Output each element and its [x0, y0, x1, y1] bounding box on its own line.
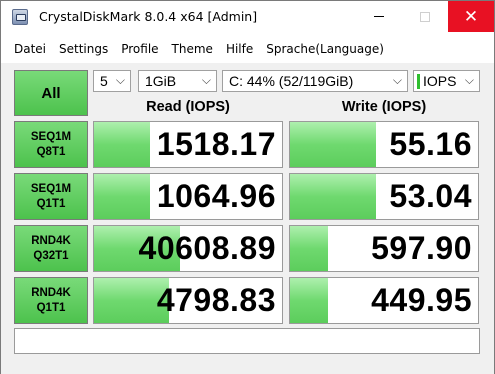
chevron-down-icon: ⌵ [392, 73, 402, 87]
read-column-header: Read (IOPS) [146, 99, 230, 115]
write-level-bar [290, 226, 328, 271]
menu-datei[interactable]: Datei [1, 38, 46, 60]
write-result-cell: 449.95 [289, 277, 479, 324]
app-window: CrystalDiskMark 8.0.4 x64 [Admin] ✕ Date… [0, 0, 495, 374]
unit-select[interactable]: IOPS ⌵ [413, 70, 480, 92]
read-level-bar [94, 122, 151, 167]
read-result-cell: 1064.96 [93, 173, 283, 220]
drive-select[interactable]: C: 44% (52/119GiB) ⌵ [222, 70, 408, 92]
write-level-bar [290, 174, 377, 219]
test-name: RND4K [31, 286, 71, 299]
close-icon: ✕ [463, 6, 479, 27]
chevron-down-icon: ⌵ [201, 73, 211, 87]
read-level-bar [94, 174, 151, 219]
read-result-cell: 1518.17 [93, 121, 283, 168]
test-size-select[interactable]: 1GiB ⌵ [138, 70, 217, 92]
write-level-bar [290, 278, 328, 323]
chevron-down-icon: ⌵ [464, 73, 474, 87]
menu-profile[interactable]: Profile [108, 38, 158, 60]
write-value: 55.16 [389, 126, 472, 162]
test-params: Q8T1 [36, 145, 66, 158]
test-name: SEQ1M [30, 130, 72, 143]
test-name: SEQ1M [30, 182, 72, 195]
write-value: 597.90 [371, 230, 472, 266]
menu-theme[interactable]: Theme [159, 38, 213, 60]
write-value: 449.95 [371, 282, 472, 318]
run-all-button[interactable]: All [14, 70, 88, 116]
test-seq1m-q8t1-button[interactable]: SEQ1M Q8T1 [14, 121, 88, 168]
write-result-cell: 55.16 [289, 121, 479, 168]
test-size-value: 1GiB [145, 73, 177, 89]
menu-language[interactable]: Sprache(Language) [253, 38, 384, 60]
test-count-value: 5 [100, 73, 108, 89]
menu-settings[interactable]: Settings [46, 38, 108, 60]
read-result-cell: 4798.83 [93, 277, 283, 324]
read-result-cell: 40608.89 [93, 225, 283, 272]
write-result-cell: 597.90 [289, 225, 479, 272]
test-name: RND4K [31, 234, 71, 247]
read-value: 4798.83 [156, 282, 276, 318]
test-params: Q1T1 [36, 197, 66, 210]
app-icon [12, 9, 28, 25]
window-title: CrystalDiskMark 8.0.4 x64 [Admin] [39, 9, 258, 24]
unit-indicator-bar [417, 73, 420, 89]
read-value: 40608.89 [138, 230, 276, 266]
drive-value: C: 44% (52/119GiB) [229, 73, 354, 89]
write-column-header: Write (IOPS) [341, 99, 427, 115]
read-value: 1518.17 [156, 126, 276, 162]
test-count-select[interactable]: 5 ⌵ [93, 70, 131, 92]
menu-hilfe[interactable]: Hilfe [213, 38, 253, 60]
maximize-icon [420, 11, 430, 22]
comment-field[interactable] [14, 328, 480, 354]
menu-bar: Datei Settings Profile Theme Hilfe Sprac… [1, 38, 384, 60]
minimize-icon [374, 16, 384, 17]
write-level-bar [290, 122, 377, 167]
test-rnd4k-q1t1-button[interactable]: RND4K Q1T1 [14, 277, 88, 324]
chevron-down-icon: ⌵ [115, 73, 125, 87]
close-button[interactable]: ✕ [448, 1, 494, 32]
title-bar[interactable]: CrystalDiskMark 8.0.4 x64 [Admin] ✕ [1, 1, 494, 32]
write-value: 53.04 [389, 178, 472, 214]
test-params: Q32T1 [33, 249, 69, 262]
test-params: Q1T1 [36, 301, 66, 314]
write-result-cell: 53.04 [289, 173, 479, 220]
test-seq1m-q1t1-button[interactable]: SEQ1M Q1T1 [14, 173, 88, 220]
test-rnd4k-q32t1-button[interactable]: RND4K Q32T1 [14, 225, 88, 272]
unit-value: IOPS [423, 73, 457, 89]
read-value: 1064.96 [156, 178, 276, 214]
minimize-button[interactable] [356, 1, 402, 32]
maximize-button[interactable] [402, 1, 448, 32]
